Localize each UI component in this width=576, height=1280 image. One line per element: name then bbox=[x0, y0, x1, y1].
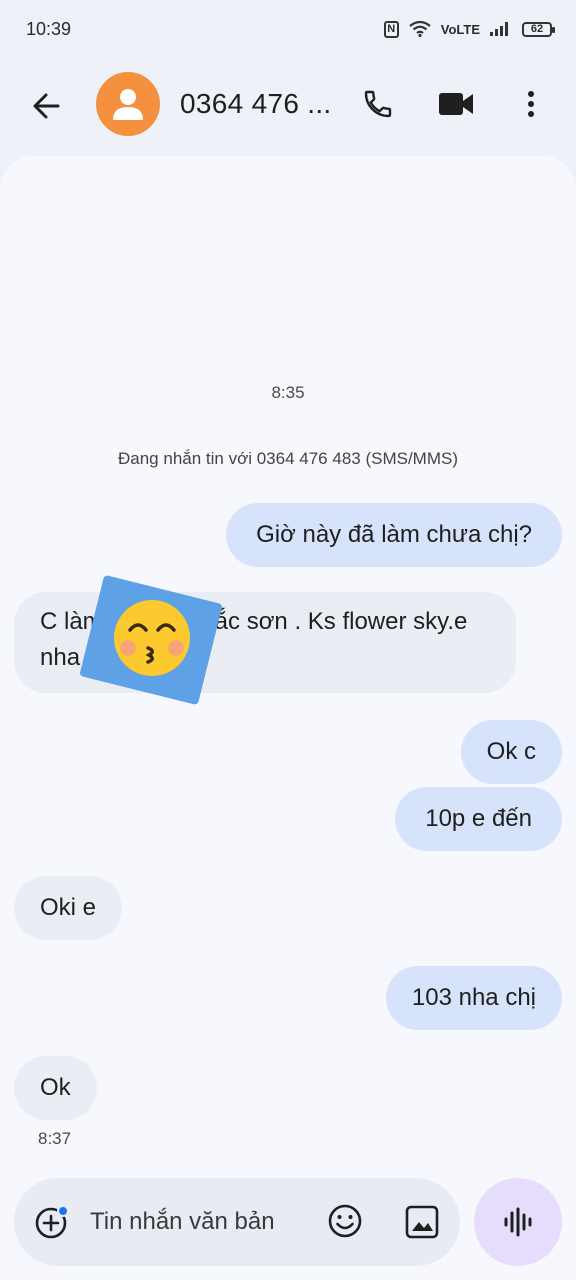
sms-info-label: Đang nhắn tin với 0364 476 483 (SMS/MMS) bbox=[118, 449, 458, 468]
message-bubble-outgoing[interactable]: Giờ này đã làm chưa chị? bbox=[226, 503, 562, 567]
network-label: VoLTE bbox=[440, 21, 480, 37]
person-icon bbox=[113, 89, 143, 120]
message-text: Ok c bbox=[486, 738, 536, 765]
timestamp-label: 8:35 bbox=[271, 383, 305, 402]
phone-icon bbox=[364, 90, 392, 118]
status-icons: N VoLTE 62 bbox=[383, 20, 555, 38]
message-text: ắc sơn . Ks flower sky.e bbox=[214, 608, 468, 635]
message-bubble-outgoing[interactable]: 10p e đến bbox=[395, 787, 562, 851]
message-bubble-incoming[interactable]: Ok bbox=[14, 1056, 97, 1120]
call-button[interactable] bbox=[358, 84, 398, 124]
kissing-face-emoji-icon bbox=[114, 600, 190, 676]
video-icon bbox=[439, 93, 473, 115]
message-input[interactable]: Tin nhắn văn bản bbox=[90, 1208, 275, 1236]
back-arrow-icon bbox=[33, 93, 60, 119]
video-call-button[interactable] bbox=[434, 84, 478, 124]
more-options-button[interactable] bbox=[516, 84, 546, 124]
message-text: Giờ này đã làm chưa chị? bbox=[256, 521, 532, 548]
more-vert-icon bbox=[528, 91, 534, 117]
message-text: 10p e đến bbox=[425, 805, 532, 832]
message-composer[interactable]: Tin nhắn văn bản bbox=[14, 1178, 460, 1266]
status-time: 10:39 bbox=[26, 18, 72, 39]
conversation-header: 0364 476 ... bbox=[0, 62, 576, 148]
message-text: Ok bbox=[40, 1074, 71, 1101]
avatar[interactable] bbox=[96, 72, 160, 136]
add-icon[interactable] bbox=[34, 1204, 70, 1240]
message-text: 103 nha chị bbox=[411, 984, 536, 1011]
message-bubble-outgoing[interactable]: 103 nha chị bbox=[385, 966, 562, 1030]
voice-wave-icon bbox=[504, 1207, 532, 1237]
message-bubble-incoming[interactable]: Oki e bbox=[14, 876, 123, 940]
status-bar: 10:39 N VoLTE 62 bbox=[0, 0, 576, 58]
contact-name[interactable]: 0364 476 ... bbox=[180, 88, 332, 120]
message-text: Oki e bbox=[40, 894, 97, 921]
back-button[interactable] bbox=[26, 86, 66, 126]
wifi-icon bbox=[409, 21, 431, 37]
voice-message-button[interactable] bbox=[474, 1178, 562, 1266]
timestamp-label: 8:37 bbox=[38, 1129, 72, 1148]
gallery-icon[interactable] bbox=[404, 1204, 440, 1240]
message-bubble-outgoing[interactable]: Ok c bbox=[460, 720, 562, 784]
emoji-icon[interactable] bbox=[326, 1202, 364, 1240]
battery-icon: 62 bbox=[522, 21, 555, 37]
nfc-icon: N bbox=[383, 20, 399, 38]
signal-icon bbox=[490, 22, 508, 36]
